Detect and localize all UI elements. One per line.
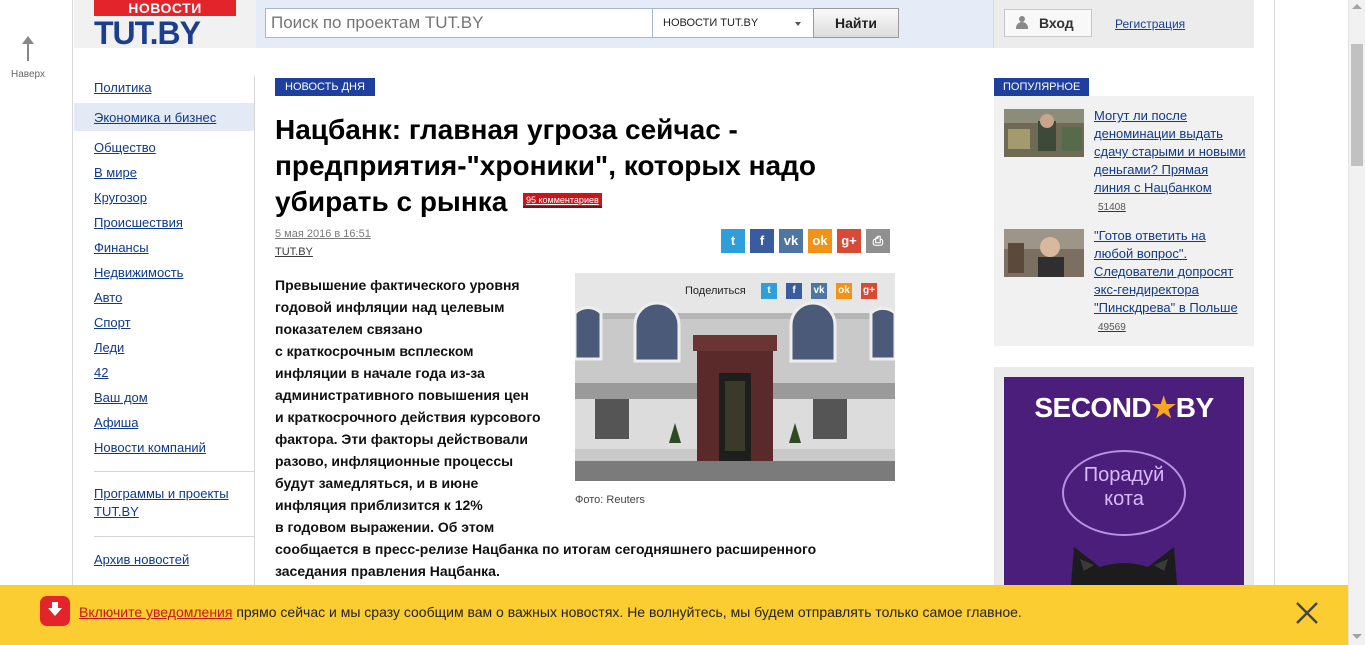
nav-item[interactable]: Ваш дом [94, 390, 148, 405]
search-scope-value: НОВОСТИ TUT.BY [663, 17, 759, 29]
odnoklassniki-photo-share-icon[interactable]: ok [836, 283, 852, 299]
article-lead-line: заседания правления Нацбанка. [275, 563, 500, 579]
notification-text: Включите уведомления прямо сейчас и мы с… [79, 604, 1022, 620]
left-gutter [0, 0, 73, 645]
popular-thumb-image [1004, 229, 1084, 277]
nav-item[interactable]: В мире [94, 165, 137, 180]
nav-item[interactable]: 42 [94, 365, 108, 380]
national-bank-building-image [575, 273, 895, 481]
chevron-down-icon [795, 22, 801, 26]
ad-text: Порадуй кота [1083, 464, 1165, 510]
article-lead-line: инфляции в начале года из-за [275, 365, 485, 381]
article-lead-line: в годовом выражении. Об этом [275, 519, 495, 535]
popular-item-link[interactable]: Могут ли после деноминации выдать сдачу … [1094, 107, 1246, 217]
site-logo[interactable]: НОВОСТИ TUT.BY [94, 0, 236, 51]
register-link[interactable]: Регистрация [1115, 17, 1185, 31]
nav-item[interactable]: Политика [94, 80, 152, 95]
article-lead-line: сообщается в пресс-релизе Нацбанка по ит… [275, 541, 817, 557]
login-button[interactable]: Вход [1004, 9, 1092, 37]
star-icon: ★ [1151, 392, 1176, 423]
login-label: Вход [1039, 15, 1074, 31]
nav-item[interactable]: Новости компаний [94, 440, 206, 455]
close-icon-glyph [1296, 602, 1318, 624]
facebook-share-icon[interactable]: f [750, 229, 774, 253]
vk-share-icon[interactable]: vk [779, 229, 803, 253]
nav-item[interactable]: Спорт [94, 315, 131, 330]
article-lead-line: фактора. Эти факторы действовали [275, 431, 528, 447]
article-lead-line: и краткосрочного действия курсового [275, 409, 541, 425]
popular-item-views: 51408 [1098, 202, 1126, 213]
nav-item[interactable]: Леди [94, 340, 124, 355]
ad-brand-right: BY [1175, 392, 1214, 423]
nav-separator [94, 471, 254, 472]
popular-badge: ПОПУЛЯРНОЕ [994, 78, 1090, 96]
print-share-icon[interactable]: ⎙ [866, 229, 890, 253]
ad-brand-left: SECOND [1034, 392, 1152, 423]
article-lead-line: инфляция приблизится к 12% [275, 497, 483, 513]
article-lead-line: административного повышения цен [275, 387, 529, 403]
search-scope-select[interactable]: НОВОСТИ TUT.BY [652, 8, 814, 38]
nav-archive-link[interactable]: Архив новостей [94, 552, 189, 567]
twitter-photo-share-icon[interactable]: t [761, 283, 777, 299]
user-icon [1016, 16, 1028, 29]
tutby-notify-icon [40, 596, 70, 626]
comments-badge[interactable]: 95 комментариев [523, 193, 602, 208]
article-lead-line: с краткосрочным всплеском [275, 343, 474, 359]
article-source[interactable]: TUT.BY [275, 246, 313, 258]
popular-item-title: Могут ли после деноминации выдать сдачу … [1094, 108, 1246, 195]
article-date[interactable]: 5 мая 2016 в 16:51 [275, 228, 371, 240]
right-gutter [1274, 0, 1348, 645]
article-lead-line: годовой инфляции над целевым [275, 299, 505, 315]
scrollbar-thumb[interactable] [1351, 44, 1363, 166]
article-lead-line: показателем связано [275, 321, 423, 337]
nav-programs-link[interactable]: Программы и проекты TUT.BY [94, 485, 244, 521]
article-photo[interactable] [575, 273, 895, 481]
secondby-ad[interactable]: SECOND★BY Порадуй кота [1004, 377, 1244, 597]
googleplus-photo-share-icon[interactable]: g+ [861, 283, 877, 299]
logo-section-label: НОВОСТИ [94, 0, 236, 16]
popular-thumb-image [1004, 109, 1084, 157]
article-lead-line: разово, инфляционные процессы [275, 453, 514, 469]
article-lead-line: Превышение фактического уровня [275, 277, 520, 293]
nav-separator [94, 536, 254, 537]
nav-item[interactable]: Афиша [94, 415, 138, 430]
article-lead-line: будут замедляться, и в июне [275, 475, 479, 491]
nav-item[interactable]: Общество [94, 140, 156, 155]
popular-item-views: 49569 [1098, 322, 1126, 333]
scroll-up-icon[interactable] [1352, 4, 1362, 9]
article-lead-full: сообщается в пресс-релизе Нацбанка по ит… [275, 538, 865, 582]
popular-thumb[interactable] [1004, 229, 1084, 277]
photo-share-label: Поделиться [685, 285, 746, 297]
nav-divider [254, 76, 255, 586]
popular-item-title: "Готов ответить на любой вопрос". Следов… [1094, 228, 1238, 315]
arrow-down-icon [48, 602, 62, 616]
nav-item[interactable]: Кругозор [94, 190, 147, 205]
arrow-up-shaft [27, 42, 29, 61]
googleplus-share-icon[interactable]: g+ [837, 229, 861, 253]
scroll-down-icon[interactable] [1352, 634, 1362, 639]
enable-notifications-link[interactable]: Включите уведомления [79, 604, 232, 620]
popular-item-link[interactable]: "Готов ответить на любой вопрос". Следов… [1094, 227, 1246, 337]
news-of-day-badge[interactable]: НОВОСТЬ ДНЯ [275, 78, 375, 96]
popular-thumb[interactable] [1004, 109, 1084, 157]
odnoklassniki-share-icon[interactable]: ok [808, 229, 832, 253]
close-icon[interactable] [1292, 598, 1322, 628]
photo-caption: Фото: Reuters [575, 494, 645, 506]
twitter-share-icon[interactable]: t [721, 229, 745, 253]
facebook-photo-share-icon[interactable]: f [786, 283, 802, 299]
nav-item[interactable]: Экономика и бизнес [94, 110, 216, 125]
nav-item[interactable]: Финансы [94, 240, 149, 255]
search-button[interactable]: Найти [813, 8, 899, 38]
back-to-top-label: Наверх [11, 69, 45, 80]
ad-brand: SECOND★BY [1004, 391, 1244, 424]
share-buttons: t f vk ok g+ ⎙ [721, 229, 891, 253]
nav-item[interactable]: Недвижимость [94, 265, 183, 280]
nav-item[interactable]: Происшествия [94, 215, 183, 230]
nav-item[interactable]: Авто [94, 290, 122, 305]
search-input[interactable] [265, 8, 653, 38]
logo-wordmark: TUT.BY [94, 15, 201, 51]
vk-photo-share-icon[interactable]: vk [811, 283, 827, 299]
notification-message: прямо сейчас и мы сразу сообщим вам о ва… [232, 604, 1022, 620]
